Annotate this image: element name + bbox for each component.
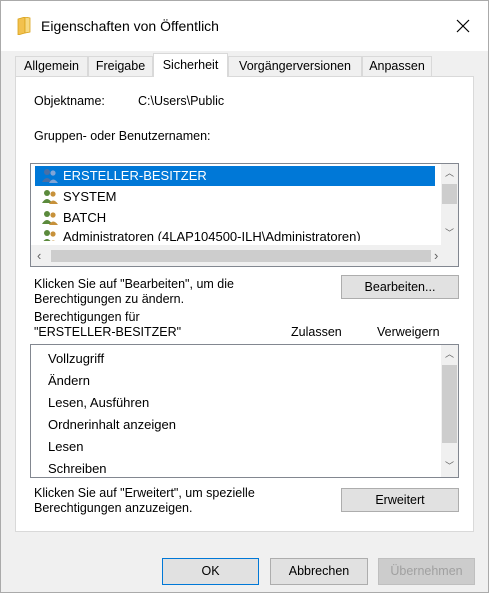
groups-label: Gruppen- oder Benutzernamen: <box>34 129 211 143</box>
tab-sicherheit[interactable]: Sicherheit <box>153 53 228 77</box>
list-item: Ordnerinhalt anzeigen <box>48 417 176 432</box>
permissions-for-label: Berechtigungen für <box>34 310 140 324</box>
scroll-right-icon[interactable]: › <box>434 248 438 263</box>
scroll-down-icon[interactable]: ﹀ <box>441 226 458 239</box>
tab-vorgaengerversionen[interactable]: Vorgängerversionen <box>228 56 362 76</box>
security-tab-panel: Objektname: C:\Users\Public Gruppen- ode… <box>15 76 474 532</box>
object-name-label: Objektname: <box>34 94 105 108</box>
edit-hint: Klicken Sie auf "Bearbeiten", um die Ber… <box>34 277 264 307</box>
user-group-icon <box>42 211 58 225</box>
list-item: Vollzugriff <box>48 351 105 366</box>
list-item: Ändern <box>48 373 90 388</box>
scroll-up-icon[interactable]: ︿ <box>441 347 458 360</box>
edit-button[interactable]: Bearbeiten... <box>341 275 459 299</box>
list-item: Lesen, Ausführen <box>48 395 150 410</box>
scroll-thumb[interactable] <box>442 184 457 204</box>
close-icon[interactable] <box>453 16 473 36</box>
permissions-vertical-scrollbar[interactable]: ︿ ﹀ <box>441 345 458 477</box>
deny-column-header: Verweigern <box>377 325 440 339</box>
user-group-icon <box>42 169 58 183</box>
tab-freigabe[interactable]: Freigabe <box>88 56 153 76</box>
list-item-label: Administratoren (4LAP104500-ILH\Administ… <box>63 229 361 241</box>
list-item[interactable]: BATCH <box>35 208 435 228</box>
folder-icon <box>17 17 31 35</box>
list-item-label: ERSTELLER-BESITZER <box>63 168 207 183</box>
list-item: Schreiben <box>48 461 107 476</box>
scroll-thumb[interactable] <box>442 365 457 443</box>
list-item-label: SYSTEM <box>63 189 117 204</box>
properties-dialog: Eigenschaften von Öffentlich Allgemein F… <box>0 0 489 593</box>
edit-hint-text: Klicken Sie auf "Bearbeiten", um die Ber… <box>34 277 234 306</box>
title-bar: Eigenschaften von Öffentlich <box>1 1 488 51</box>
list-item: Lesen <box>48 439 84 454</box>
tab-anpassen[interactable]: Anpassen <box>362 56 432 76</box>
groups-listbox[interactable]: ERSTELLER-BESITZER SYSTEM BATCH Administ… <box>30 163 459 267</box>
list-item[interactable]: SYSTEM <box>35 187 435 207</box>
window-title: Eigenschaften von Öffentlich <box>41 18 219 34</box>
advanced-button[interactable]: Erweitert <box>341 488 459 512</box>
ok-button[interactable]: OK <box>162 558 259 585</box>
cancel-button[interactable]: Abbrechen <box>270 558 368 585</box>
advanced-hint-text: Klicken Sie auf "Erweitert", um speziell… <box>34 486 255 515</box>
scroll-left-icon[interactable]: ‹ <box>37 248 41 263</box>
list-item[interactable]: Administratoren (4LAP104500-ILH\Administ… <box>35 227 435 241</box>
user-group-icon <box>43 230 56 241</box>
scroll-thumb[interactable] <box>51 250 431 262</box>
object-name-value: C:\Users\Public <box>138 94 225 108</box>
scroll-up-icon[interactable]: ︿ <box>441 166 458 179</box>
tab-allgemein[interactable]: Allgemein <box>15 56 88 76</box>
permissions-listbox[interactable]: Vollzugriff Ändern Lesen, Ausführen Ordn… <box>30 344 459 478</box>
groups-horizontal-scrollbar[interactable]: ‹ › <box>31 245 458 266</box>
permissions-principal-label: "ERSTELLER-BESITZER" <box>34 325 182 339</box>
list-item[interactable]: ERSTELLER-BESITZER <box>35 166 435 186</box>
user-group-icon <box>42 190 58 204</box>
list-item-label: BATCH <box>63 210 107 225</box>
apply-button[interactable]: Übernehmen <box>378 558 475 585</box>
allow-column-header: Zulassen <box>291 325 342 339</box>
scroll-down-icon[interactable]: ﹀ <box>441 459 458 472</box>
advanced-hint: Klicken Sie auf "Erweitert", um speziell… <box>34 486 284 516</box>
groups-vertical-scrollbar[interactable]: ︿ ﹀ <box>441 164 458 249</box>
